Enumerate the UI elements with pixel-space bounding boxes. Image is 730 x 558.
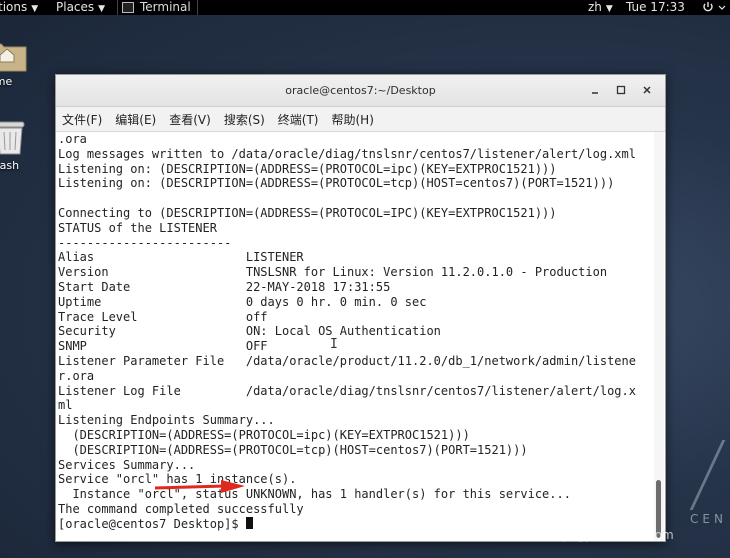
chevron-down-icon: ▼ (31, 4, 39, 14)
terminal-line: .ora (58, 132, 87, 146)
trash-icon (0, 121, 25, 155)
terminal-line: Listening on: (DESCRIPTION=(ADDRESS=(PRO… (58, 176, 615, 191)
clock-label: Tue 17:33 (626, 0, 685, 14)
terminal-line: Trace Level off (58, 309, 268, 324)
terminal-line: (DESCRIPTION=(ADDRESS=(PROTOCOL=tcp)(HOS… (58, 442, 528, 457)
window-title: oracle@centos7:~/Desktop (285, 84, 436, 97)
maximize-button[interactable] (614, 83, 628, 97)
ibeam-cursor-icon: I (330, 337, 338, 352)
terminal-line: Start Date 22-MAY-2018 17:31:55 (58, 279, 391, 294)
terminal-line: Listening on: (DESCRIPTION=(ADDRESS=(PRO… (58, 161, 557, 176)
menu-file[interactable]: 文件(F) (62, 111, 102, 128)
places-label: Places (56, 0, 95, 14)
activities-menu[interactable]: tions ▼ (0, 0, 38, 17)
close-icon (643, 86, 651, 94)
terminal-line: SNMP OFF (58, 339, 268, 354)
desktop-trash-icon[interactable]: Trash (0, 118, 40, 172)
maximize-icon (616, 85, 626, 95)
desktop-home-label: ome (0, 75, 13, 88)
vertical-scrollbar[interactable] (654, 132, 664, 540)
minimize-icon (592, 92, 598, 94)
terminal-line: STATUS of the LISTENER (58, 220, 217, 235)
input-method-menu[interactable]: zh ▼ (588, 0, 613, 17)
terminal-line: Security ON: Local OS Authentication (58, 324, 441, 339)
input-method-label: zh (588, 0, 602, 14)
terminal-output[interactable]: .ora Log messages written to /data/oracle… (56, 132, 653, 540)
terminal-text: .ora Log messages written to /data/oracle… (56, 132, 653, 517)
terminal-line: Connecting to (DESCRIPTION=(ADDRESS=(PRO… (58, 205, 557, 220)
terminal-icon (122, 2, 134, 13)
baidu-watermark-logo: Bai経验 (560, 493, 655, 522)
terminal-window[interactable]: oracle@centos7:~/Desktop 文件(F) 编辑(E) 查看(… (55, 74, 666, 542)
places-menu[interactable]: Places ▼ (56, 0, 105, 17)
terminal-line: Alias LISTENER (58, 250, 304, 265)
terminal-line: Listener Parameter File /data/oracle/pro… (58, 353, 636, 368)
menu-bar: 文件(F) 编辑(E) 查看(V) 搜索(S) 终端(T) 帮助(H) (56, 107, 665, 132)
top-panel: tions ▼ Places ▼ Terminal zh ▼ Tue 17:33 (0, 0, 730, 15)
centos-seven-mark (689, 440, 726, 510)
system-menu[interactable] (700, 0, 730, 19)
menu-view[interactable]: 查看(V) (169, 111, 211, 128)
terminal-line: ------------------------ (58, 235, 232, 250)
terminal-line: Listener Log File /data/oracle/diag/tnsl… (58, 383, 636, 398)
terminal-line: Listening Endpoints Summary... (58, 413, 275, 428)
terminal-line: Version TNSLSNR for Linux: Version 11.2.… (58, 265, 608, 280)
terminal-line: Log messages written to /data/oracle/dia… (58, 146, 636, 161)
terminal-line: Services Summary... (58, 457, 196, 472)
menu-terminal[interactable]: 终端(T) (278, 111, 319, 128)
taskbar-terminal-button[interactable]: Terminal (117, 0, 198, 15)
red-arrow-icon (155, 480, 245, 493)
menu-help[interactable]: 帮助(H) (332, 111, 374, 128)
text-cursor (245, 516, 253, 529)
terminal-line: Service "orcl" has 1 instance(s). (58, 472, 297, 487)
terminal-line: (DESCRIPTION=(ADDRESS=(PROTOCOL=ipc)(KEY… (58, 427, 470, 442)
terminal-line: ml (58, 398, 73, 413)
clock[interactable]: Tue 17:33 (626, 0, 685, 15)
taskbar-terminal-label: Terminal (140, 0, 191, 14)
menu-edit[interactable]: 编辑(E) (115, 111, 156, 128)
centos-brand-text: CEN (690, 512, 727, 526)
desktop-trash-label: Trash (0, 159, 20, 172)
terminal-prompt: [oracle@centos7 Desktop]$ (58, 516, 246, 531)
desktop-home-icon[interactable]: ome (0, 38, 38, 88)
folder-icon (0, 43, 27, 72)
baidu-watermark-url: jingyan.baidu.com (563, 528, 674, 542)
terminal-line: r.ora (58, 368, 95, 383)
window-titlebar[interactable]: oracle@centos7:~/Desktop (56, 75, 665, 107)
terminal-line: Uptime 0 days 0 hr. 0 min. 0 sec (58, 294, 427, 309)
chevron-down-icon: ▼ (605, 4, 613, 14)
menu-search[interactable]: 搜索(S) (224, 111, 265, 128)
activities-label: tions (0, 0, 28, 14)
chevron-down-icon: ▼ (98, 4, 106, 14)
power-icon (703, 2, 726, 12)
minimize-button[interactable] (588, 83, 602, 97)
close-button[interactable] (640, 83, 654, 97)
